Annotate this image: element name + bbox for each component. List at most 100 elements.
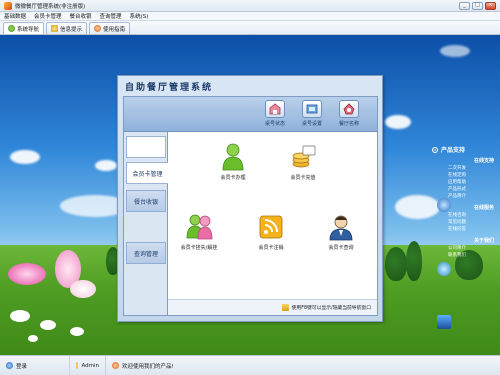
feature-label: 会员卡注销 [258,245,284,251]
member-add-button[interactable]: 会员卡办理 [210,142,256,181]
flower [40,320,56,330]
group-title: 关于我们 [473,238,494,244]
status-welcome: 欢迎使用我们的产品! [106,356,180,375]
member-query-button[interactable]: 会员卡查询 [318,212,364,251]
tab-label: 信息提示 [60,26,83,33]
cloud [10,150,40,164]
restaurant-name-button[interactable]: 餐厅名称 [335,100,363,131]
rss-cancel-icon [259,215,283,239]
link-online-qa[interactable]: 在线问答 [446,226,498,233]
group-title: 在线服务 [473,205,494,211]
link-product-form[interactable]: 产品形式 [446,186,498,193]
flower [70,327,84,336]
menu-bar: 基础数据 会员卡管理 餐台收银 查询管理 系统(S) [0,12,500,21]
window-titlebar: 微微餐厅管理系统(非注册版) _ □ × [0,0,500,12]
flower [10,310,30,322]
quick-toolbar: 桌号状态 桌号设置 餐厅名称 [124,97,377,132]
recharge-button[interactable]: 会员卡充值 [280,142,326,181]
welcome-icon [112,362,119,369]
product-support-header[interactable]: 产品支持 [432,145,498,154]
online-service-group: 在线服务 在线咨询 常见问题 在线问答 [446,204,498,233]
cloud [385,115,411,129]
table-status-button[interactable]: 桌号状态 [261,100,289,131]
tab-guide[interactable]: 使用指南 [89,22,131,34]
nav-cashier[interactable]: 餐台收银 [126,190,166,212]
lock-member-button[interactable]: 会员卡挂失/解挂 [176,212,222,251]
toolbar-label: 桌号状态 [264,121,285,127]
link-contact-us[interactable]: 联系我们 [446,252,498,259]
member-add-icon [222,143,244,171]
link-company-intro[interactable]: 公司简介 [446,245,498,252]
table-setup-button[interactable]: 桌号设置 [298,100,326,131]
maximize-button[interactable]: □ [472,1,483,10]
feature-label: 会员卡充值 [290,175,316,181]
login-icon [6,362,13,369]
main-panel: 自助餐厅管理系统 桌号状态 桌号设置 餐厅名称 会员卡管理 餐台收银 查询管理 … [117,75,383,322]
group-title: 在线支持 [473,158,494,164]
window-title: 微微餐厅管理系统(非注册版) [15,3,86,10]
feature-label: 会员卡查询 [328,245,354,251]
window-controls: _ □ × [459,1,496,10]
menu-item-cashier[interactable]: 餐台收银 [70,12,92,20]
info-icon [51,25,59,32]
link-faq[interactable]: 常见问题 [446,219,498,226]
tree [406,241,422,281]
link-online-order[interactable]: 在线定购 [446,172,498,179]
menu-item-member-card[interactable]: 会员卡管理 [34,12,62,20]
cancel-card-button[interactable]: 会员卡注销 [248,212,294,251]
hint-icon [281,304,289,311]
product-support-title: 产品支持 [441,147,466,154]
nav-member-card[interactable]: 会员卡管理 [126,162,168,184]
status-login: 登录 [0,356,70,375]
panel-body: 桌号状态 桌号设置 餐厅名称 会员卡管理 餐台收银 查询管理 会员卡办理 会员卡… [123,96,378,316]
nav-blank-slot [126,136,166,158]
about-us-group: 关于我们 公司简介 联系我们 [446,237,498,259]
login-label: 登录 [16,363,28,370]
left-navigation: 会员卡管理 餐台收银 查询管理 [124,132,168,315]
flower [28,335,38,342]
table-setup-icon [302,100,322,118]
tab-system-nav[interactable]: 系统导航 [3,22,45,34]
menu-item-base-data[interactable]: 基础数据 [4,12,26,20]
feature-label: 会员卡办理 [220,175,246,181]
table-status-icon [265,100,285,118]
member-query-icon [329,215,353,241]
nav-query[interactable]: 查询管理 [126,242,166,264]
tab-label: 使用指南 [103,26,126,33]
minimize-button[interactable]: _ [459,1,470,10]
panel-title: 自助餐厅管理系统 [125,83,214,93]
link-product-intro[interactable]: 产品简介 [446,193,498,200]
menu-item-system[interactable]: 系统(S) [130,12,149,20]
link-secondary-dev[interactable]: 二次开发 [446,165,498,172]
welcome-text: 欢迎使用我们的产品! [122,363,174,370]
tree [385,247,407,281]
online-support-group: 在线支持 二次开发 在线定购 应用帮助 产品形式 产品简介 [446,157,498,200]
feature-label: 会员卡挂失/解挂 [180,245,218,251]
close-button[interactable]: × [485,1,496,10]
flower [8,263,46,285]
tab-info[interactable]: 信息提示 [46,22,88,34]
status-bar: 登录 Admin 欢迎使用我们的产品! [0,355,500,375]
monitor-icon [437,315,451,329]
link-help[interactable]: 应用帮助 [446,179,498,186]
home-icon [8,25,15,32]
feature-area: 会员卡办理 会员卡充值 会员卡挂失/解挂 会员卡注销 会员卡查询 [168,132,377,299]
support-icon [432,146,438,153]
tab-label: 系统导航 [17,26,40,33]
account-name: Admin [81,362,99,369]
hint-text: 使用F8键可以显示/隐藏当前导航窗口 [291,306,371,311]
earth-icon [437,262,451,276]
recharge-icon [292,145,316,168]
hint-bar: 使用F8键可以显示/隐藏当前导航窗口 [168,299,377,315]
lock-member-icon [186,214,213,240]
link-online-consult[interactable]: 在线咨询 [446,212,498,219]
cloud [95,160,117,171]
globe-icon [437,198,451,212]
tab-bar: 系统导航 信息提示 使用指南 [0,21,500,35]
user-icon [76,362,79,369]
cloud [440,45,470,57]
flower [70,280,96,298]
status-account: Admin [70,356,106,375]
menu-item-query[interactable]: 查询管理 [100,12,122,20]
app-icon [4,1,12,10]
